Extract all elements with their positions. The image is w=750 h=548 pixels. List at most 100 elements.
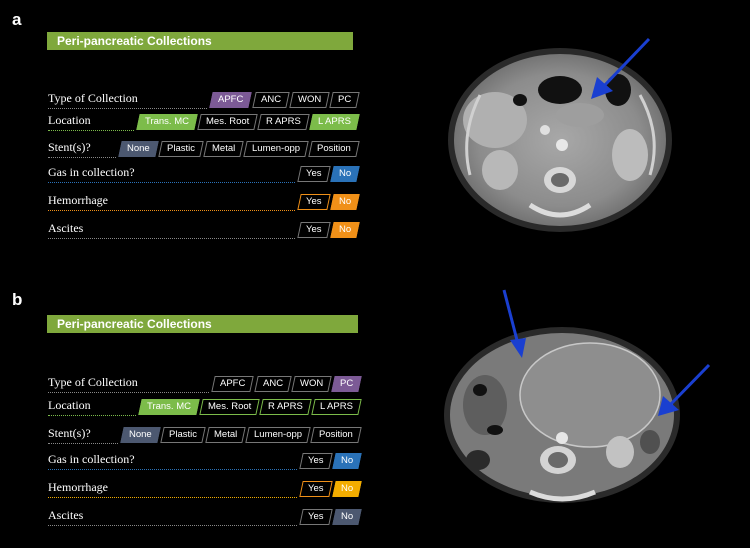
row-underline: [48, 108, 207, 109]
option-no[interactable]: No: [332, 453, 362, 469]
option-label: No: [340, 511, 353, 522]
panel-b-letter: b: [12, 290, 23, 309]
option-group: None Plastic Metal Lumen-opp Position: [118, 141, 360, 157]
option-label: Metal: [211, 143, 236, 154]
row-label: Gas in collection?: [48, 165, 135, 179]
row-underline: [48, 182, 295, 183]
row-underline: [48, 525, 297, 526]
option-pc[interactable]: PC: [329, 92, 360, 108]
option-yes[interactable]: Yes: [299, 453, 333, 469]
option-apfc[interactable]: APFC: [211, 376, 255, 392]
option-label: No: [340, 483, 353, 494]
option-l-aprs[interactable]: L APRS: [311, 399, 362, 415]
option-label: Position: [319, 429, 353, 440]
option-no[interactable]: No: [332, 481, 362, 497]
option-label: Trans. MC: [146, 401, 191, 412]
option-label: Trans. MC: [144, 116, 189, 127]
option-label: WON: [299, 378, 323, 389]
option-yes[interactable]: Yes: [299, 509, 333, 525]
row-label: Hemorrhage: [48, 193, 108, 207]
option-label: ANC: [262, 378, 283, 389]
option-plastic[interactable]: Plastic: [160, 427, 206, 443]
row-label: Hemorrhage: [48, 480, 108, 494]
option-mes-root[interactable]: Mes. Root: [197, 114, 258, 130]
option-pc[interactable]: PC: [331, 376, 362, 392]
arrow-a: [591, 37, 651, 99]
form-row: Type of Collection APFC ANC WON PC: [48, 375, 362, 393]
row-label: Type of Collection: [48, 375, 138, 389]
row-underline: [48, 392, 209, 393]
row-label: Location: [48, 113, 91, 127]
option-r-aprs[interactable]: R APRS: [257, 114, 310, 130]
option-label: No: [338, 224, 351, 235]
option-yes[interactable]: Yes: [299, 481, 333, 497]
row-label: Type of Collection: [48, 91, 138, 105]
option-group: APFC ANC WON PC: [209, 92, 360, 108]
option-won[interactable]: WON: [290, 376, 332, 392]
option-metal[interactable]: Metal: [203, 141, 244, 157]
option-no[interactable]: No: [330, 222, 360, 238]
option-anc[interactable]: ANC: [253, 376, 292, 392]
option-label: No: [340, 455, 353, 466]
option-group: APFC ANC WON PC: [211, 376, 362, 392]
option-group: Yes No: [299, 481, 362, 497]
option-yes[interactable]: Yes: [297, 194, 331, 210]
option-plastic[interactable]: Plastic: [158, 141, 204, 157]
option-won[interactable]: WON: [288, 92, 330, 108]
form-row: Hemorrhage Yes No: [48, 193, 360, 211]
option-group: Yes No: [297, 166, 360, 182]
option-r-aprs[interactable]: R APRS: [259, 399, 312, 415]
option-trans-mc[interactable]: Trans. MC: [138, 399, 200, 415]
row-label: Gas in collection?: [48, 452, 135, 466]
row-underline: [48, 443, 118, 444]
option-trans-mc[interactable]: Trans. MC: [136, 114, 198, 130]
option-position[interactable]: Position: [308, 141, 360, 157]
row-underline: [48, 497, 297, 498]
option-yes[interactable]: Yes: [297, 222, 331, 238]
option-anc[interactable]: ANC: [251, 92, 290, 108]
panel-a-header: Peri-pancreatic Collections: [47, 32, 353, 50]
option-label: Yes: [308, 483, 324, 494]
option-no[interactable]: No: [332, 509, 362, 525]
option-lumen-opp[interactable]: Lumen-opp: [245, 427, 311, 443]
arrow-b-right: [658, 363, 711, 416]
option-none[interactable]: None: [118, 141, 159, 157]
option-label: R APRS: [266, 116, 302, 127]
option-group: Yes No: [297, 194, 360, 210]
form-row: Location Trans. MC Mes. Root R APRS L APRS: [48, 113, 360, 131]
option-label: APFC: [220, 378, 246, 389]
option-label: APFC: [218, 94, 244, 105]
option-lumen-opp[interactable]: Lumen-opp: [243, 141, 309, 157]
option-label: No: [338, 196, 351, 207]
option-l-aprs[interactable]: L APRS: [309, 114, 360, 130]
option-no[interactable]: No: [330, 194, 360, 210]
panel-a-letter: a: [12, 10, 22, 29]
option-label: Mes. Root: [207, 401, 252, 412]
option-no[interactable]: No: [330, 166, 360, 182]
form-row: Ascites Yes No: [48, 508, 362, 526]
option-mes-root[interactable]: Mes. Root: [199, 399, 260, 415]
option-label: ANC: [260, 94, 281, 105]
option-label: Mes. Root: [205, 116, 250, 127]
option-yes[interactable]: Yes: [297, 166, 331, 182]
row-underline: [48, 238, 295, 239]
option-label: Yes: [306, 224, 322, 235]
option-apfc[interactable]: APFC: [209, 92, 253, 108]
form-row: Gas in collection? Yes No: [48, 452, 362, 470]
option-metal[interactable]: Metal: [205, 427, 246, 443]
row-underline: [48, 210, 295, 211]
row-label: Ascites: [48, 508, 84, 522]
option-label: PC: [339, 378, 353, 389]
option-none[interactable]: None: [120, 427, 161, 443]
row-underline: [48, 157, 116, 158]
option-label: Lumen-opp: [252, 143, 301, 154]
option-label: Yes: [308, 455, 324, 466]
option-label: Metal: [213, 429, 238, 440]
option-label: R APRS: [268, 401, 304, 412]
option-label: Plastic: [168, 429, 197, 440]
option-position[interactable]: Position: [310, 427, 362, 443]
row-label: Ascites: [48, 221, 84, 235]
form-row: Location Trans. MC Mes. Root R APRS L APRS: [48, 398, 362, 416]
option-label: Plastic: [166, 143, 195, 154]
row-underline: [48, 415, 136, 416]
